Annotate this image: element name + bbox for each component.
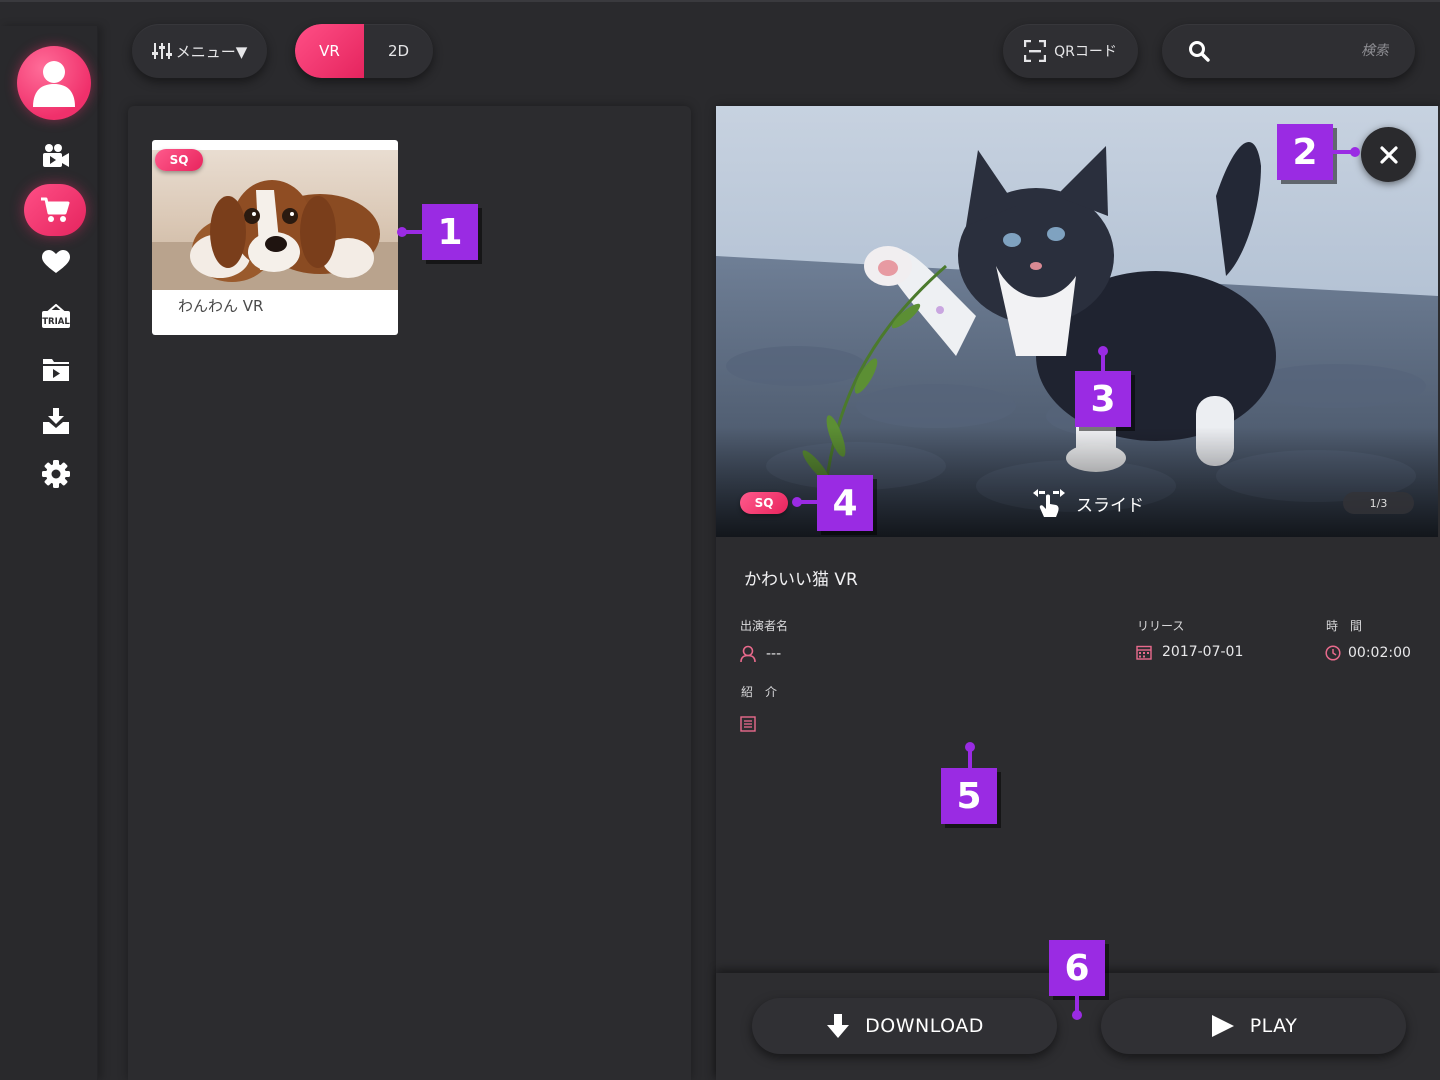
release-label: リリース bbox=[1137, 619, 1185, 633]
qr-code-button[interactable]: QRコード bbox=[1003, 24, 1138, 78]
search-bar[interactable] bbox=[1162, 24, 1415, 78]
trial-text: TRIAL bbox=[42, 317, 70, 327]
document-icon bbox=[740, 716, 756, 732]
sidebar-item-store[interactable] bbox=[24, 184, 86, 236]
callout-2: 2 bbox=[1277, 124, 1333, 180]
qr-scan-icon bbox=[1024, 40, 1047, 62]
play-icon bbox=[1211, 1015, 1234, 1037]
list-item[interactable]: SQ わんわん VR bbox=[152, 140, 398, 335]
release-value: 2017-07-01 bbox=[1162, 644, 1244, 660]
callout-4: 4 bbox=[817, 475, 873, 531]
sliders-icon bbox=[151, 43, 172, 59]
download-label: DOWNLOAD bbox=[865, 1015, 984, 1037]
list-item-title: わんわん VR bbox=[178, 297, 264, 315]
heart-icon bbox=[42, 250, 70, 273]
dog-thumbnail bbox=[152, 150, 398, 290]
clock-icon bbox=[1325, 645, 1341, 661]
download-arrow-icon bbox=[827, 1014, 850, 1038]
sidebar-item-trial[interactable]: TRIAL bbox=[27, 292, 85, 342]
callout-2-dot bbox=[1350, 147, 1360, 157]
callout-1: 1 bbox=[422, 204, 478, 260]
vr-2d-toggle[interactable]: VR 2D bbox=[295, 24, 433, 78]
callout-5: 5 bbox=[941, 768, 997, 824]
toggle-vr[interactable]: VR bbox=[295, 24, 364, 78]
duration-value-row: 00:02:00 bbox=[1325, 645, 1411, 661]
callout-4-leader bbox=[797, 500, 817, 504]
menu-button[interactable]: メニュー▼ bbox=[132, 24, 267, 78]
qr-label: QRコード bbox=[1054, 44, 1117, 60]
calendar-icon bbox=[1136, 645, 1152, 660]
slide-hint-label: スライド bbox=[1076, 495, 1144, 516]
duration-label: 時 間 bbox=[1326, 619, 1363, 633]
cart-icon bbox=[41, 197, 70, 222]
menu-label: メニュー▼ bbox=[175, 42, 248, 61]
toggle-2d[interactable]: 2D bbox=[364, 24, 433, 78]
slide-counter: 1/3 bbox=[1343, 492, 1414, 514]
sidebar-item-videos[interactable] bbox=[27, 131, 85, 181]
swipe-hand-icon bbox=[1033, 489, 1065, 517]
duration-value: 00:02:00 bbox=[1348, 645, 1411, 661]
close-icon bbox=[1379, 145, 1398, 164]
download-tray-icon bbox=[43, 408, 69, 434]
person-icon bbox=[740, 645, 756, 663]
search-icon bbox=[1189, 41, 1210, 62]
performer-value: --- bbox=[766, 646, 782, 662]
video-camera-icon bbox=[43, 144, 69, 167]
callout-3-leader bbox=[1101, 351, 1105, 371]
performer-label: 出演者名 bbox=[740, 619, 789, 633]
intro-value-row bbox=[740, 716, 756, 732]
avatar-icon bbox=[33, 61, 75, 107]
folder-play-icon bbox=[43, 359, 69, 381]
list-item-badge: SQ bbox=[155, 149, 203, 171]
trial-icon: TRIAL bbox=[42, 304, 70, 328]
download-button[interactable]: DOWNLOAD bbox=[752, 998, 1057, 1054]
close-button[interactable] bbox=[1361, 127, 1416, 182]
callout-6-dot bbox=[1072, 1010, 1082, 1020]
detail-title: かわいい猫 VR bbox=[744, 570, 858, 590]
sidebar-item-downloads[interactable] bbox=[27, 396, 85, 446]
intro-label: 紹 介 bbox=[741, 685, 778, 699]
gear-icon bbox=[42, 460, 70, 488]
callout-6: 6 bbox=[1049, 940, 1105, 996]
avatar[interactable] bbox=[17, 46, 91, 120]
slide-hint: スライド bbox=[1032, 488, 1144, 518]
callout-5-leader bbox=[968, 747, 972, 768]
sidebar: TRIAL bbox=[0, 26, 98, 1080]
sidebar-item-settings[interactable] bbox=[27, 449, 85, 499]
search-input[interactable] bbox=[1239, 43, 1389, 59]
sidebar-item-library[interactable] bbox=[27, 344, 85, 394]
play-label: PLAY bbox=[1249, 1015, 1298, 1037]
top-border bbox=[0, 0, 1440, 2]
callout-3: 3 bbox=[1075, 371, 1131, 427]
performer-value-row: --- bbox=[740, 645, 781, 663]
play-button[interactable]: PLAY bbox=[1101, 998, 1406, 1054]
sidebar-item-favorites[interactable] bbox=[27, 237, 85, 287]
callout-1-leader bbox=[402, 230, 422, 234]
detail-badge: SQ bbox=[740, 492, 788, 514]
release-value-row: 2017-07-01 bbox=[1136, 644, 1243, 660]
